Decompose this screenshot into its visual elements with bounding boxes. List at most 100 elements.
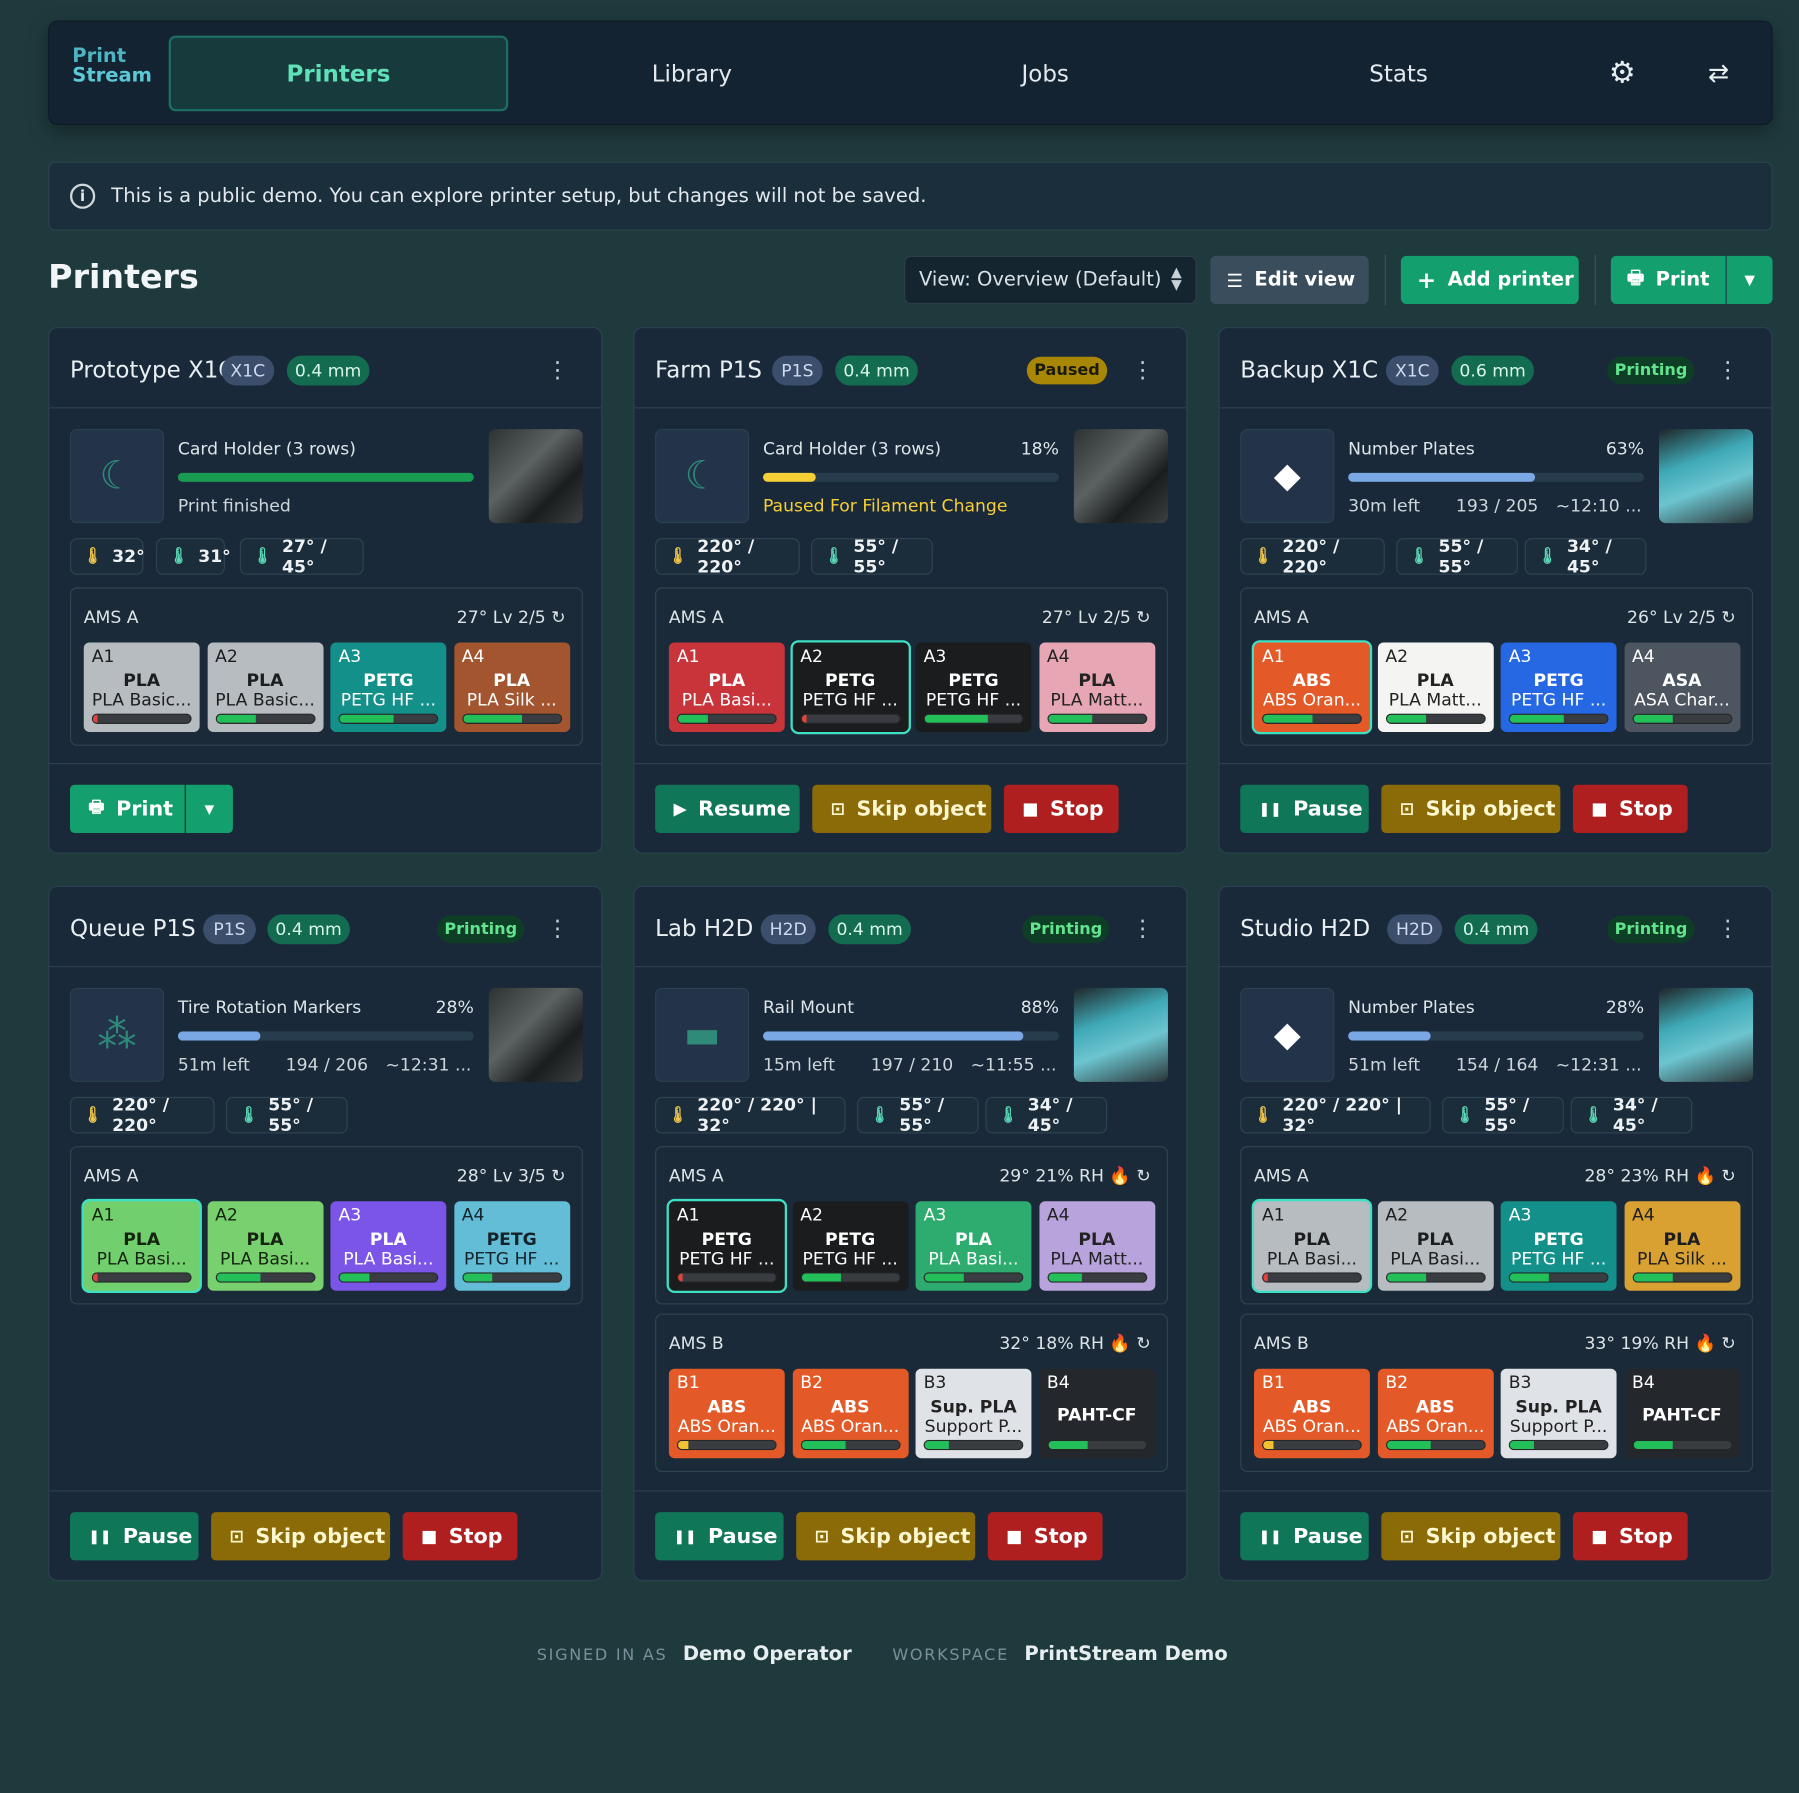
time-left: 30m left [1348, 495, 1421, 517]
slot-material: PLA [955, 1228, 992, 1250]
printer-name[interactable]: Queue P1S [70, 914, 196, 942]
camera-snapshot[interactable] [488, 987, 583, 1082]
resume-button[interactable]: ▶ Resume [655, 784, 800, 833]
slot-level-bar [1262, 1439, 1362, 1451]
ams-unit: AMS A 27° Lv 2/5 ↻ A1 PLA PLA Basi... A2 PETG P… [655, 587, 1168, 746]
slot-level-fill [801, 1441, 846, 1450]
filament-slot[interactable]: A1 PLA PLA Basi... [83, 1201, 200, 1291]
printer-name[interactable]: Backup X1C [1240, 356, 1378, 384]
print-button[interactable]: 🖶 Print [1610, 255, 1726, 305]
printer-name[interactable]: Lab H2D [655, 914, 753, 942]
stop-button[interactable]: ■ Stop [1572, 1512, 1688, 1561]
filament-slot[interactable]: A4 PLA PLA Matt... [1038, 1201, 1155, 1291]
filament-slot[interactable]: A3 PETG PETG HF ... [1500, 642, 1617, 732]
tab-jobs[interactable]: Jobs [875, 36, 1215, 112]
filament-slot[interactable]: A2 PLA PLA Matt... [1377, 642, 1494, 732]
stop-icon: ■ [1591, 798, 1608, 820]
eta: ~12:31 ... [385, 1054, 472, 1076]
banner-text: This is a public demo. You can explore p… [111, 184, 927, 208]
slot-material: PETG [1533, 1228, 1584, 1250]
skip-object-button[interactable]: ⊡ Skip object [1381, 784, 1561, 833]
print-dropdown-button[interactable]: ▼ [1726, 255, 1773, 305]
filament-slot[interactable]: B2 ABS ABS Oran... [792, 1368, 909, 1459]
filament-slot[interactable]: B1 ABS ABS Oran... [668, 1368, 785, 1459]
filament-slot[interactable]: A2 PETG PETG HF ... [792, 1201, 909, 1291]
stop-button[interactable]: ■ Stop [402, 1512, 518, 1561]
filament-slot[interactable]: A2 PETG PETG HF ... [792, 642, 909, 732]
filament-slot[interactable]: A2 PLA PLA Basi... [1377, 1201, 1494, 1291]
filament-slot[interactable]: A2 PLA PLA Basic... [207, 642, 323, 732]
filament-slot[interactable]: A1 ABS ABS Oran... [1253, 642, 1370, 732]
more-menu-icon[interactable]: ⋮ [1131, 912, 1154, 944]
skip-object-button[interactable]: ⊡ Skip object [1381, 1512, 1561, 1561]
card-actions: ▶ Resume ⊡ Skip object ■ Stop [634, 762, 1187, 852]
more-menu-icon[interactable]: ⋮ [546, 912, 569, 944]
printer-name[interactable]: Prototype X1C [70, 356, 234, 384]
action-label: Stop [1619, 1524, 1673, 1549]
filament-slot[interactable]: A1 PLA PLA Basi... [1253, 1201, 1370, 1291]
camera-snapshot[interactable] [1073, 429, 1168, 524]
slot-level-fill [1633, 1441, 1673, 1450]
filament-slot[interactable]: A1 PETG PETG HF ... [668, 1201, 785, 1291]
filament-slot[interactable]: A4 PLA PLA Matt... [1038, 642, 1155, 732]
pause-button[interactable]: ❚❚ Pause [655, 1512, 784, 1561]
pause-button[interactable]: ❚❚ Pause [69, 1512, 199, 1561]
pause-button[interactable]: ❚❚ Pause [1240, 784, 1369, 833]
filament-slot[interactable]: B2 ABS ABS Oran... [1377, 1368, 1494, 1459]
filament-slot[interactable]: A4 PLA PLA Silk ... [1624, 1201, 1740, 1291]
filament-slot[interactable]: A3 PETG PETG HF ... [1500, 1201, 1617, 1291]
pause-button[interactable]: ❚❚ Pause [1240, 1512, 1369, 1561]
printer-name[interactable]: Farm P1S [655, 356, 762, 384]
filament-slot[interactable]: A4 ASA ASA Char... [1624, 642, 1740, 732]
camera-snapshot[interactable] [1658, 429, 1754, 524]
stop-button[interactable]: ■ Stop [1003, 784, 1119, 833]
print-button[interactable]: 🖶 Print [69, 784, 185, 833]
filament-slot[interactable]: B3 Sup. PLA Support P... [1500, 1368, 1617, 1459]
filament-slot[interactable]: A1 PLA PLA Basi... [668, 642, 785, 732]
model-thumbnail: ⬥ [1240, 429, 1335, 524]
filament-slot[interactable]: B4 PAHT-CF [1624, 1368, 1740, 1459]
camera-snapshot[interactable] [1073, 987, 1168, 1082]
filament-slot[interactable]: A3 PLA PLA Basi... [330, 1201, 447, 1291]
stop-button[interactable]: ■ Stop [1572, 784, 1688, 833]
more-menu-icon[interactable]: ⋮ [546, 353, 569, 385]
slot-filament-name: PLA Silk ... [1636, 1248, 1727, 1269]
tab-stats[interactable]: Stats [1229, 36, 1569, 112]
view-select[interactable]: View: Overview (Default) ▲ ▼ [904, 255, 1197, 305]
stop-button[interactable]: ■ Stop [987, 1512, 1103, 1561]
filament-slot[interactable]: A1 PLA PLA Basic... [83, 642, 200, 732]
tab-printers[interactable]: Printers [168, 35, 509, 112]
camera-snapshot[interactable] [488, 429, 583, 524]
progress-bar-fill [1348, 1031, 1431, 1041]
filament-slot[interactable]: A4 PLA PLA Silk ... [453, 642, 570, 732]
action-label: Pause [1293, 1524, 1363, 1549]
filament-slot[interactable]: B3 Sup. PLA Support P... [915, 1368, 1032, 1459]
filament-slot[interactable]: A3 PETG PETG HF ... [915, 642, 1032, 732]
gear-icon[interactable]: ⚙ [1603, 54, 1642, 93]
add-printer-button[interactable]: + Add printer [1400, 255, 1579, 305]
filament-slot[interactable]: A4 PETG PETG HF ... [453, 1201, 570, 1291]
print-dropdown-button[interactable]: ▼ [185, 784, 233, 833]
skip-object-button[interactable]: ⊡ Skip object [812, 784, 992, 833]
filament-slot[interactable]: B4 PAHT-CF [1038, 1368, 1155, 1459]
more-menu-icon[interactable]: ⋮ [1716, 912, 1739, 944]
printer-name[interactable]: Studio H2D [1240, 914, 1370, 942]
filament-slot[interactable]: A2 PLA PLA Basi... [207, 1201, 323, 1291]
more-menu-icon[interactable]: ⋮ [1716, 353, 1739, 385]
more-menu-icon[interactable]: ⋮ [1131, 353, 1154, 385]
add-printer-label: Add printer [1447, 268, 1574, 292]
tab-library[interactable]: Library [522, 36, 862, 112]
switch-arrows-icon[interactable]: ⇄ [1699, 54, 1738, 93]
model-badge: P1S [772, 355, 823, 386]
slot-level-fill [92, 714, 98, 723]
skip-object-button[interactable]: ⊡ Skip object [211, 1512, 391, 1561]
edit-view-button[interactable]: ☰ Edit view [1210, 255, 1369, 305]
temperature-chip: 🌡 220° / 220° [1240, 536, 1385, 577]
filament-slot[interactable]: A3 PETG PETG HF ... [330, 642, 447, 732]
camera-snapshot[interactable] [1658, 987, 1754, 1082]
filament-slot[interactable]: B1 ABS ABS Oran... [1253, 1368, 1370, 1459]
skip-object-button[interactable]: ⊡ Skip object [796, 1512, 976, 1561]
printstream-logo[interactable]: Print Stream [72, 46, 152, 100]
filament-slot[interactable]: A3 PLA PLA Basi... [915, 1201, 1032, 1291]
caret-down-icon: ▼ [1744, 271, 1755, 288]
